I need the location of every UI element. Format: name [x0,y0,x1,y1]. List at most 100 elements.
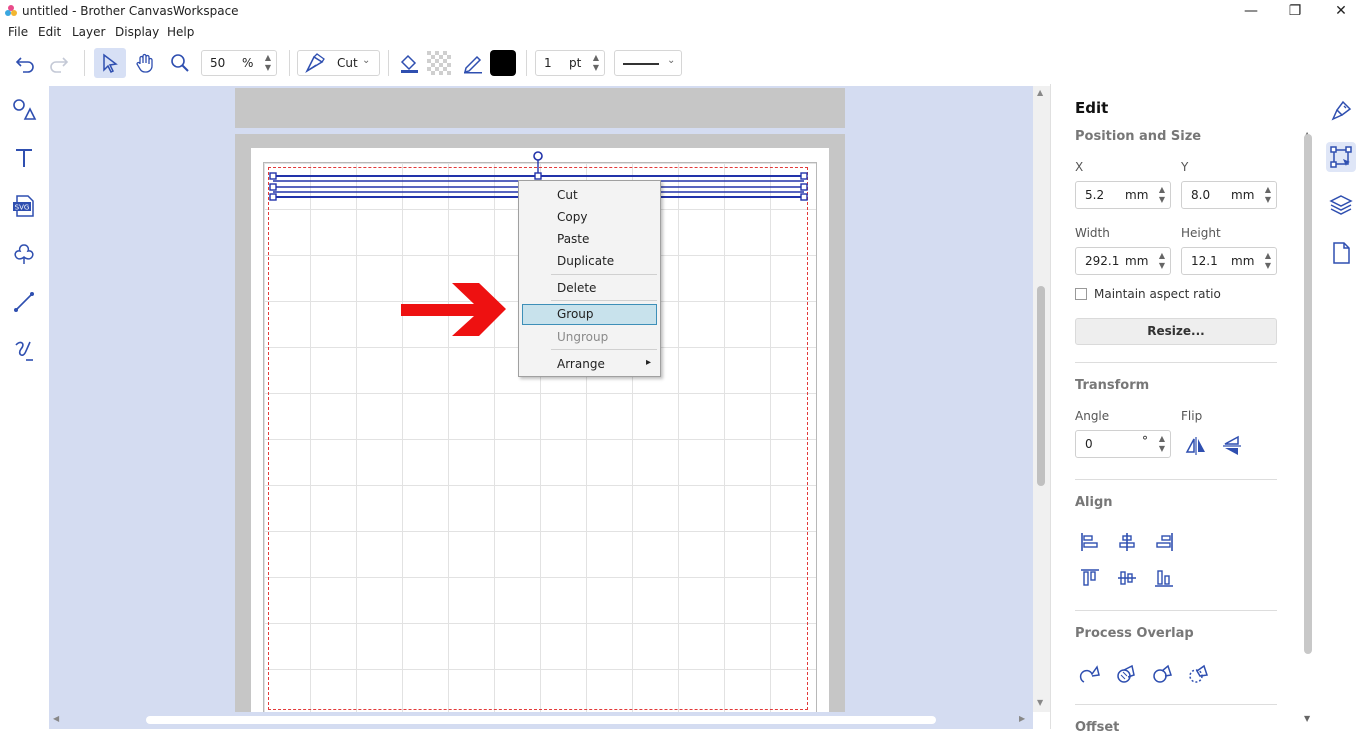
edit-transform-icon[interactable] [1326,142,1356,172]
text-tool-icon[interactable] [10,144,38,172]
menu-file[interactable]: File [8,25,28,39]
fill-bucket-icon[interactable] [396,50,422,76]
toolbar-divider [289,50,290,76]
transform-heading: Transform [1075,378,1150,393]
intersect-icon[interactable] [1114,662,1138,686]
resize-handle [534,172,542,180]
panel-divider [1075,610,1277,611]
panel-divider [1075,704,1277,705]
ctx-group[interactable]: Group [522,304,657,325]
vertical-scroll-thumb[interactable] [1037,286,1045,486]
horizontal-scroll-thumb[interactable] [146,716,936,724]
width-input[interactable]: 292.1 mm ▲ ▼ [1075,247,1171,275]
align-left-icon[interactable] [1078,530,1102,554]
ctx-duplicate[interactable]: Duplicate [522,251,657,272]
ctx-separator [551,300,657,301]
line-color-swatch[interactable] [490,50,516,76]
weld-icon[interactable] [1078,662,1102,686]
process-overlap-heading: Process Overlap [1075,626,1194,641]
resize-handle [269,183,277,191]
angle-input[interactable]: 0 ° ▲ ▼ [1075,430,1171,458]
zoom-tool-icon[interactable] [167,50,193,76]
vertical-scrollbar[interactable]: ▲ ▼ [1033,86,1050,712]
panel-divider [1075,362,1277,363]
scroll-down-icon[interactable]: ▼ [1037,698,1043,707]
page-settings-icon[interactable] [1326,238,1356,268]
ctx-arrange[interactable]: Arrange ▸ [522,354,657,375]
chevron-down-icon: ⌄ [362,55,371,66]
line-tool-icon[interactable] [10,288,38,316]
line-width-input[interactable]: 1 pt ▲ ▼ [535,50,605,76]
context-menu: Cut Copy Paste Duplicate Delete Group Un… [518,180,661,377]
width-label: Width [1075,226,1110,240]
scroll-right-icon[interactable]: ▶ [1019,714,1025,723]
scroll-up-icon[interactable]: ▲ [1037,88,1043,97]
redo-icon[interactable] [46,50,72,76]
menu-edit[interactable]: Edit [38,25,61,39]
resize-handle [800,183,808,191]
align-middle-icon[interactable] [1115,566,1139,590]
scroll-left-icon[interactable]: ◀ [53,714,59,723]
align-right-icon[interactable] [1152,530,1176,554]
transparent-fill-icon[interactable] [426,50,452,76]
zoom-input[interactable]: 50 % ▲ ▼ [201,50,277,76]
menu-layer[interactable]: Layer [72,25,105,39]
ctx-delete[interactable]: Delete [522,278,657,299]
line-color-pen-icon[interactable] [460,50,486,76]
y-spinner[interactable]: ▲ ▼ [1262,185,1274,205]
select-tool-icon[interactable] [94,48,126,78]
flip-vertical-icon[interactable] [1220,434,1244,458]
angle-spinner[interactable]: ▲ ▼ [1156,434,1168,454]
align-bottom-icon[interactable] [1152,566,1176,590]
height-spinner[interactable]: ▲ ▼ [1262,251,1274,271]
align-center-icon[interactable] [1115,530,1139,554]
line-width-spinner[interactable]: ▲ ▼ [590,53,602,73]
maintain-aspect-label: Maintain aspect ratio [1094,287,1221,301]
menu-display[interactable]: Display [115,25,159,39]
minimize-button[interactable]: — [1228,0,1274,22]
mode-select[interactable]: Cut ⌄ [297,50,380,76]
layers-icon[interactable] [1326,190,1356,220]
width-spinner[interactable]: ▲ ▼ [1156,251,1168,271]
y-input[interactable]: 8.0 mm ▲ ▼ [1181,181,1277,209]
toolbar: 50 % ▲ ▼ Cut ⌄ 1 pt ▲ ▼ ⌄ [0,42,1366,84]
ctx-paste[interactable]: Paste [522,229,657,250]
line-width-value: 1 [544,56,552,70]
ctx-separator [551,274,657,275]
maintain-aspect-checkbox[interactable] [1075,288,1087,300]
ctx-cut[interactable]: Cut [522,185,657,206]
y-label: Y [1181,160,1189,174]
cut-pen-icon [304,53,326,76]
pattern-library-icon[interactable] [10,240,38,268]
resize-handle [269,193,277,201]
exclude-icon[interactable] [1186,662,1210,686]
svg-import-icon[interactable]: SVG [10,192,38,220]
height-input[interactable]: 12.1 mm ▲ ▼ [1181,247,1277,275]
shapes-tool-icon[interactable] [10,96,38,124]
restore-button[interactable]: ❐ [1272,0,1318,22]
hand-tool-icon[interactable] [132,50,158,76]
resize-handle [800,172,808,180]
freehand-tool-icon[interactable] [10,336,38,364]
window-title: untitled - Brother CanvasWorkspace [22,4,239,18]
paint-brush-icon[interactable] [1326,96,1356,126]
app-logo-icon [4,4,18,18]
panel-scroll-down-icon[interactable]: ▼ [1304,714,1310,723]
line-style-select[interactable]: ⌄ [614,50,682,76]
resize-button[interactable]: Resize... [1075,318,1277,345]
x-spinner[interactable]: ▲ ▼ [1156,185,1168,205]
x-input[interactable]: 5.2 mm ▲ ▼ [1075,181,1171,209]
resize-handle [269,172,277,180]
panel-scrollbar[interactable] [1304,134,1312,654]
zoom-spinner[interactable]: ▲ ▼ [262,53,274,73]
horizontal-scrollbar[interactable]: ◀ ▶ [49,712,1033,729]
subtract-icon[interactable] [1150,662,1174,686]
close-button[interactable]: ✕ [1318,0,1364,22]
align-top-icon[interactable] [1078,566,1102,590]
ctx-copy[interactable]: Copy [522,207,657,228]
flip-horizontal-icon[interactable] [1184,434,1208,458]
undo-icon[interactable] [12,50,38,76]
menu-help[interactable]: Help [167,25,194,39]
resize-handle [800,193,808,201]
left-toolbox: SVG [0,84,49,729]
